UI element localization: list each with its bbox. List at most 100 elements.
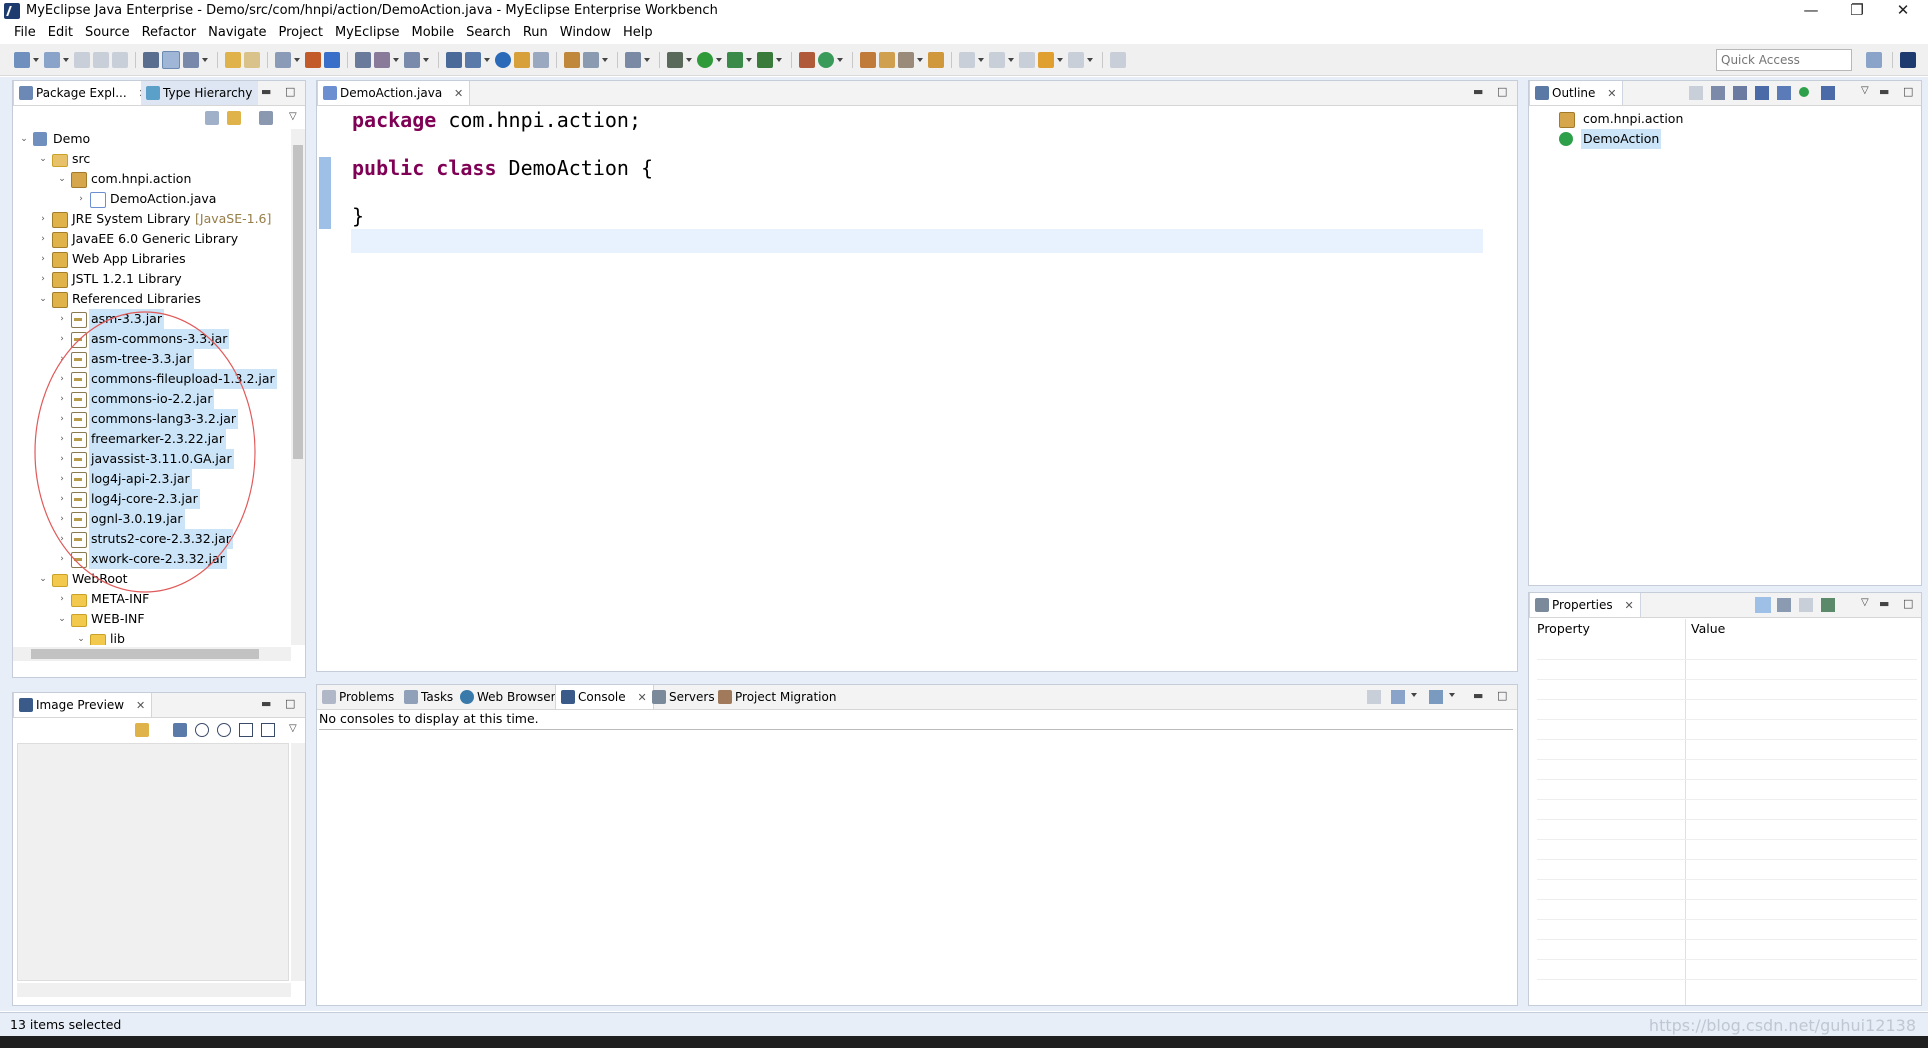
tree-item[interactable]: ⌄ WEB-INF (13, 609, 289, 629)
hide-local-types-icon[interactable] (1821, 86, 1835, 100)
tree-item[interactable]: › JSTL 1.2.1 Library (13, 269, 289, 289)
menu-edit[interactable]: Edit (42, 22, 79, 44)
zoom-out-icon[interactable] (195, 723, 209, 737)
minimize-view-icon[interactable]: ▬ (261, 697, 271, 710)
tab-servers[interactable]: Servers (647, 685, 721, 709)
open-type-icon[interactable] (860, 52, 876, 68)
dropdown-icon[interactable] (746, 58, 752, 62)
menu-refactor[interactable]: Refactor (136, 22, 203, 44)
dropdown-icon[interactable] (202, 58, 208, 62)
menu-mobile[interactable]: Mobile (405, 22, 460, 44)
search-tool-icon[interactable] (404, 52, 420, 68)
new-icon[interactable] (14, 52, 30, 68)
menu-project[interactable]: Project (272, 22, 328, 44)
deploy-icon[interactable] (305, 52, 321, 68)
undo-icon[interactable] (225, 52, 241, 68)
dropdown-icon[interactable] (484, 58, 490, 62)
chevron-down-icon[interactable]: ⌄ (38, 294, 48, 304)
view-menu-chevron-down-icon[interactable]: ▽ (1861, 85, 1869, 96)
maximize-view-icon[interactable]: □ (1497, 689, 1507, 702)
print-icon[interactable] (112, 52, 128, 68)
new-java-project-icon[interactable] (799, 52, 815, 68)
tree-item[interactable]: ⌄ Demo (13, 129, 289, 149)
menu-help[interactable]: Help (617, 22, 659, 44)
tree-item[interactable]: › Web App Libraries (13, 249, 289, 269)
dropdown-icon[interactable] (294, 58, 300, 62)
hide-static-icon[interactable] (1777, 86, 1791, 100)
last-edit-icon[interactable] (1019, 52, 1035, 68)
maximize-view-icon[interactable]: □ (1903, 85, 1913, 98)
actual-size-icon[interactable] (239, 723, 253, 737)
minimize-button[interactable]: — (1788, 0, 1834, 22)
chevron-down-icon[interactable]: ⌄ (57, 614, 67, 624)
forward-icon[interactable] (1068, 52, 1084, 68)
run-as-icon[interactable] (727, 52, 743, 68)
open-perspective-button-icon[interactable] (1866, 52, 1882, 68)
tab-project-migration[interactable]: Project Migration (713, 685, 842, 709)
dropdown-icon[interactable] (644, 58, 650, 62)
dropdown-icon[interactable] (716, 58, 722, 62)
minimize-editor-icon[interactable]: ▬ (1473, 85, 1483, 98)
plugin-icon[interactable] (564, 52, 580, 68)
dropdown-icon[interactable] (602, 58, 608, 62)
menu-source[interactable]: Source (79, 22, 136, 44)
toggle-mark-occurrences-icon[interactable] (162, 51, 180, 69)
tree-item[interactable]: ⌄ Referenced Libraries (13, 289, 289, 309)
chevron-down-icon[interactable]: ⌄ (57, 174, 67, 184)
minimize-view-icon[interactable]: ▬ (1879, 85, 1889, 98)
run-icon[interactable] (697, 52, 713, 68)
zoom-in-icon[interactable] (217, 723, 231, 737)
maximize-view-icon[interactable]: □ (285, 85, 295, 98)
pin-console-icon[interactable] (1367, 690, 1381, 704)
folder-icon[interactable] (928, 52, 944, 68)
back-icon[interactable] (1038, 52, 1054, 68)
chevron-down-icon[interactable]: ⌄ (19, 134, 29, 144)
tab-demoaction-java[interactable]: DemoAction.java ✕ (317, 81, 471, 105)
tab-type-hierarchy[interactable]: Type Hierarchy (141, 81, 259, 105)
close-tab-icon[interactable]: ✕ (136, 699, 145, 712)
save-all-icon[interactable] (93, 52, 109, 68)
tree-item[interactable]: ⌄ com.hnpi.action (13, 169, 289, 189)
menu-myeclipse[interactable]: MyEclipse (329, 22, 406, 44)
open-perspective-icon[interactable] (446, 52, 462, 68)
chevron-right-icon[interactable]: › (38, 274, 48, 284)
collapse-all-icon[interactable] (1711, 86, 1725, 100)
display-dropdown-icon[interactable] (1411, 693, 1419, 697)
browser-icon[interactable] (495, 52, 511, 68)
open-icon[interactable] (44, 52, 60, 68)
display-console-icon[interactable] (1391, 690, 1405, 704)
tab-tasks[interactable]: Tasks (399, 685, 459, 709)
link-editor-icon[interactable] (143, 52, 159, 68)
chevron-down-icon[interactable]: ⌄ (38, 154, 48, 164)
chevron-right-icon[interactable]: › (38, 234, 48, 244)
tab-package-explorer[interactable]: Package Expl... ✕ (13, 81, 155, 105)
collapse-all-icon[interactable] (205, 111, 219, 125)
open-console-dropdown-icon[interactable] (1449, 693, 1457, 697)
tree-vertical-scrollbar[interactable] (291, 129, 305, 645)
view-menu-chevron-down-icon[interactable]: ▽ (289, 723, 297, 734)
app-icon[interactable] (465, 52, 481, 68)
export-icon[interactable] (533, 52, 549, 68)
dropdown-icon[interactable] (686, 58, 692, 62)
tree-hscroll-thumb[interactable] (31, 649, 259, 659)
editor-horizontal-scrollbar[interactable] (331, 657, 1485, 671)
pin-editor-icon[interactable] (1110, 52, 1126, 68)
dropdown-icon[interactable] (917, 58, 923, 62)
next-annotation-icon[interactable] (959, 52, 975, 68)
tab-web-browser[interactable]: Web Browser (455, 685, 562, 709)
chevron-right-icon[interactable]: › (38, 254, 48, 264)
open-folder-icon[interactable] (514, 52, 530, 68)
dropdown-icon[interactable] (978, 58, 984, 62)
chevron-right-icon[interactable]: › (38, 214, 48, 224)
database-icon[interactable] (355, 52, 371, 68)
maximize-editor-icon[interactable]: □ (1497, 85, 1507, 98)
menu-run[interactable]: Run (517, 22, 554, 44)
preview-vertical-scrollbar[interactable] (291, 743, 305, 981)
chevron-down-icon[interactable]: ⌄ (76, 634, 86, 644)
debug-icon[interactable] (667, 52, 683, 68)
menu-search[interactable]: Search (460, 22, 517, 44)
block-selection-icon[interactable] (183, 52, 199, 68)
tab-console[interactable]: Console ✕ (555, 685, 654, 709)
tree-item[interactable]: ⌄ src (13, 149, 289, 169)
dropdown-icon[interactable] (423, 58, 429, 62)
